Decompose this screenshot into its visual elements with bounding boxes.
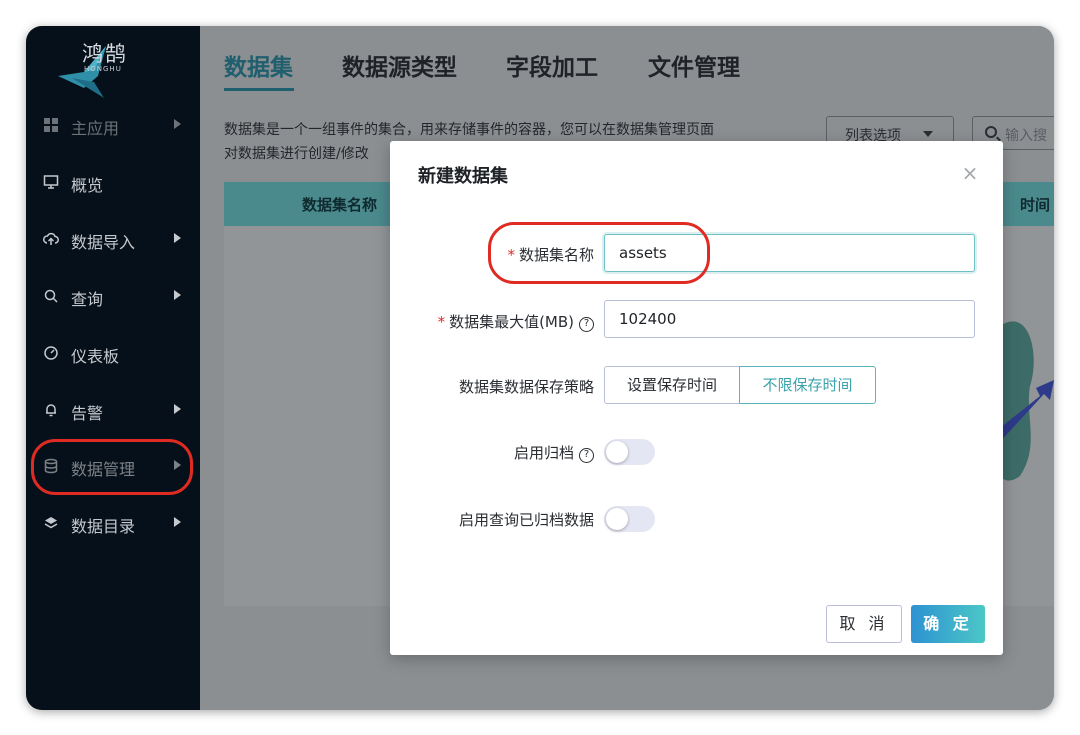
sidebar-item-dashboard[interactable]: 仪表板	[26, 334, 200, 374]
app-name: 鸿鹄	[82, 42, 128, 66]
sidebar-item-label: 数据目录	[71, 517, 136, 536]
sidebar-item-data-catalog[interactable]: 数据目录	[26, 504, 200, 544]
upload-cloud-icon	[43, 232, 59, 245]
tab-field-processing[interactable]: 字段加工	[506, 48, 598, 82]
confirm-button[interactable]: 确 定	[911, 605, 985, 643]
close-icon[interactable]: ×	[960, 163, 980, 183]
chevron-right-icon	[174, 290, 181, 300]
required-asterisk: *	[437, 313, 446, 331]
chevron-right-icon	[174, 517, 181, 527]
column-header-name[interactable]: 数据集名称	[302, 194, 377, 215]
search-placeholder: 输入搜	[1005, 128, 1047, 144]
new-dataset-dialog: 新建数据集 × * 数据集名称 assets * 数据集最大值(MB)? 10240…	[390, 141, 1003, 655]
sidebar: 鸿鹄 HONGHU 主应用 概览 数据导入 查询 仪表板 告警 数据管理 数据目…	[26, 26, 200, 710]
enable-query-archived-toggle[interactable]	[604, 506, 655, 532]
search-icon	[44, 289, 58, 303]
dataset-max-size-label: * 数据集最大值(MB)?	[420, 311, 594, 332]
highlight-annotation	[31, 439, 193, 495]
column-header-time[interactable]: 时间	[1020, 194, 1050, 215]
sidebar-item-label: 数据导入	[71, 233, 136, 252]
sidebar-item-main-app[interactable]: 主应用	[26, 106, 200, 146]
chevron-right-icon	[174, 119, 181, 129]
monitor-icon	[43, 175, 59, 189]
tab-file-management[interactable]: 文件管理	[648, 48, 740, 82]
highlight-annotation	[488, 222, 710, 284]
search-icon	[985, 126, 997, 138]
sidebar-item-alerts[interactable]: 告警	[26, 391, 200, 431]
dataset-max-size-input[interactable]: 102400	[604, 300, 975, 338]
help-icon[interactable]: ?	[579, 448, 594, 463]
active-tab-indicator	[224, 88, 294, 91]
bell-icon	[46, 404, 56, 417]
grid-icon	[44, 118, 58, 132]
sidebar-item-label: 概览	[71, 176, 104, 195]
sidebar-item-label: 主应用	[71, 119, 120, 138]
cancel-button[interactable]: 取 消	[826, 605, 902, 643]
layers-icon	[44, 517, 58, 529]
enable-archive-toggle[interactable]	[604, 439, 655, 465]
set-retention-time-option[interactable]: 设置保存时间	[604, 366, 740, 404]
sidebar-item-overview[interactable]: 概览	[26, 163, 200, 203]
sidebar-item-query[interactable]: 查询	[26, 277, 200, 317]
enable-query-archived-label: 启用查询已归档数据	[458, 511, 594, 529]
app-subname: HONGHU	[84, 65, 122, 73]
retention-policy-label: 数据集数据保存策略	[458, 378, 594, 396]
gauge-icon	[44, 346, 58, 360]
sidebar-item-data-import[interactable]: 数据导入	[26, 220, 200, 260]
toggle-knob	[606, 441, 628, 463]
sidebar-item-label: 查询	[71, 290, 104, 309]
dialog-title: 新建数据集	[418, 166, 508, 187]
sidebar-item-label: 仪表板	[71, 347, 120, 366]
chevron-right-icon	[174, 233, 181, 243]
description-line: 数据集是一个一组事件的集合，用来存储事件的容器，您可以在数据集管理页面	[224, 122, 714, 138]
enable-archive-label: 启用归档?	[470, 442, 594, 463]
caret-down-icon	[923, 131, 933, 137]
app-window: 鸿鹄 HONGHU 主应用 概览 数据导入 查询 仪表板 告警 数据管理 数据目…	[26, 26, 1054, 710]
unlimited-retention-option[interactable]: 不限保存时间	[739, 366, 876, 404]
chevron-right-icon	[174, 404, 181, 414]
help-icon[interactable]: ?	[579, 317, 594, 332]
tab-data-source-types[interactable]: 数据源类型	[342, 48, 457, 82]
tab-datasets[interactable]: 数据集	[224, 48, 293, 82]
sidebar-item-label: 告警	[71, 404, 104, 423]
toggle-knob	[606, 508, 628, 530]
